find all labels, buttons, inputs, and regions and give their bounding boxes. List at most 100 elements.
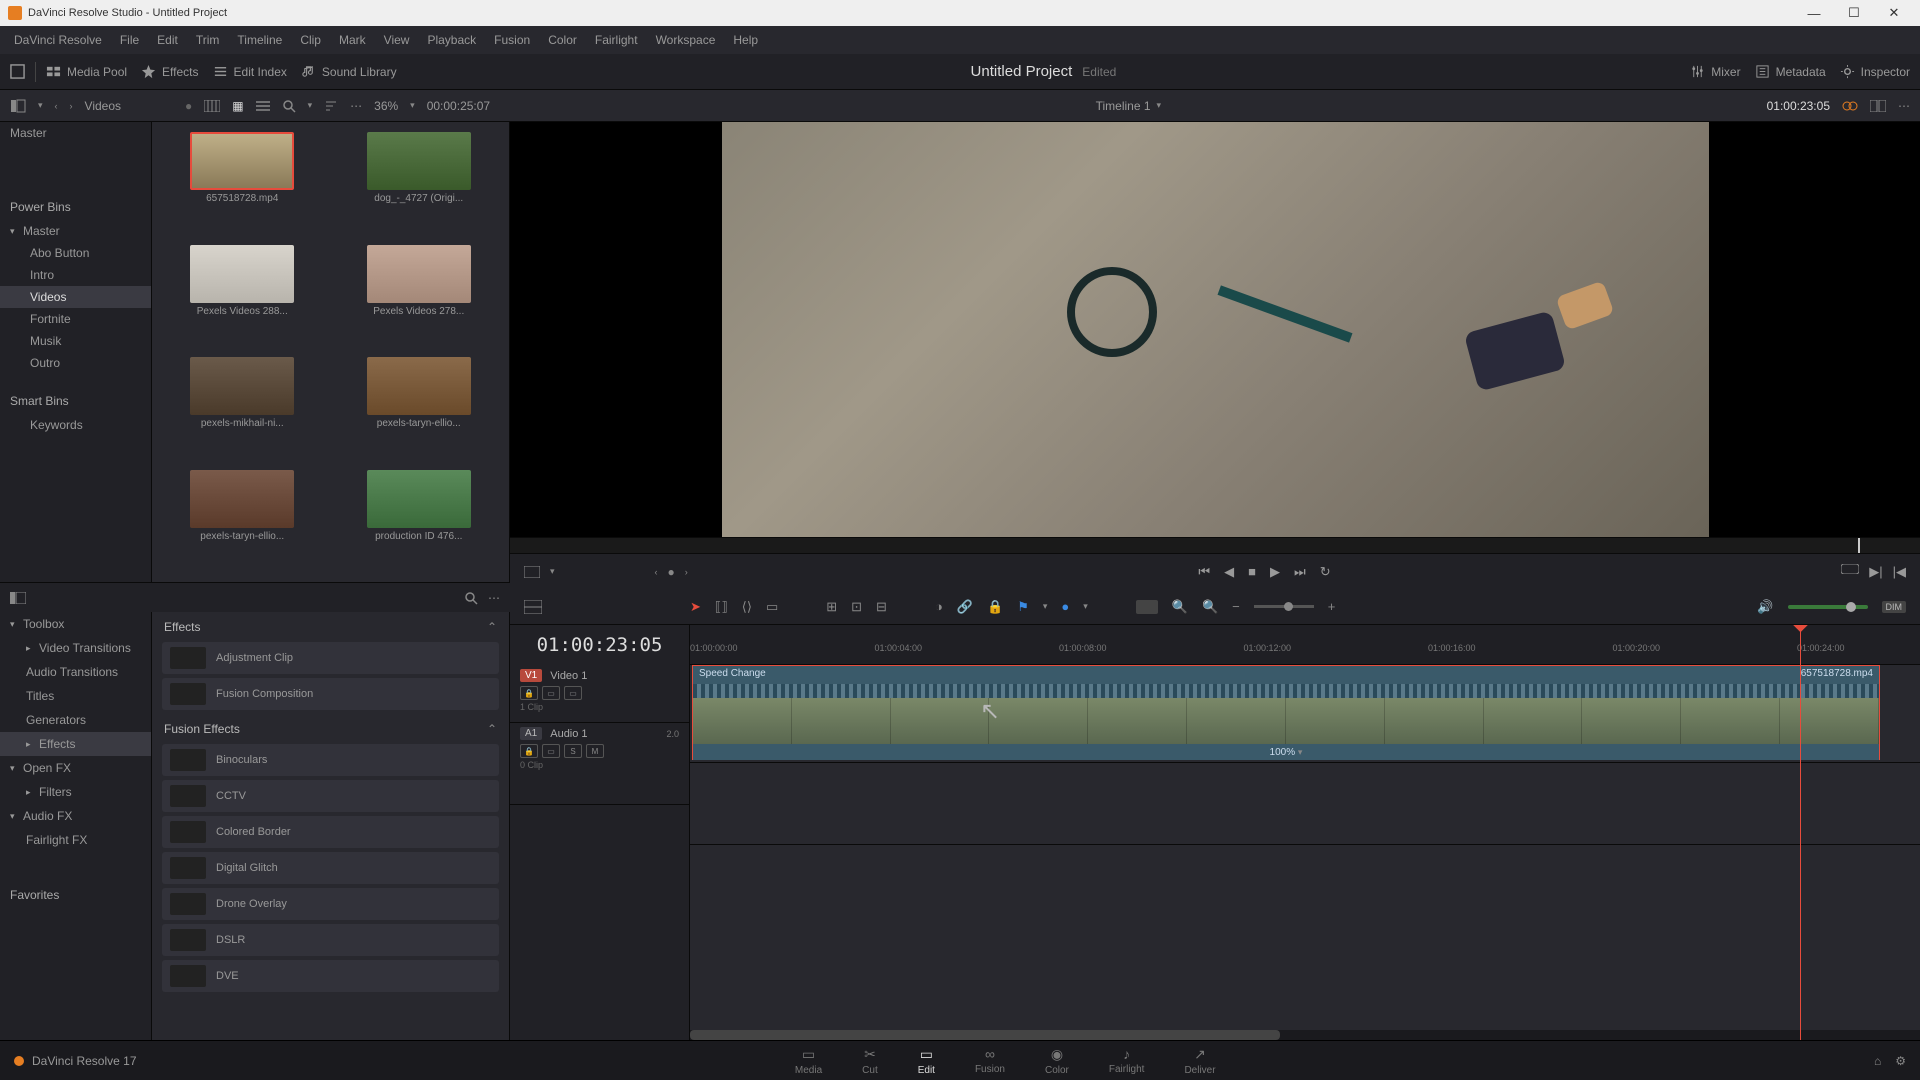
video-transitions[interactable]: ▸Video Transitions — [0, 636, 151, 660]
effect-item[interactable]: Fusion Composition — [162, 678, 499, 710]
page-tab-edit[interactable]: ▭Edit — [918, 1046, 935, 1076]
mixer-toggle[interactable]: Mixer — [1690, 64, 1740, 79]
v1-auto-select-button[interactable]: ▭ — [542, 686, 560, 700]
media-thumbnail[interactable] — [367, 357, 471, 415]
page-tab-fairlight[interactable]: ♪Fairlight — [1109, 1046, 1145, 1076]
play-button[interactable]: ▶ — [1270, 564, 1280, 580]
page-tab-color[interactable]: ◉Color — [1045, 1046, 1069, 1076]
retime-icon[interactable]: ◑ — [935, 599, 943, 614]
video-clip[interactable]: Speed Change 657518728.mp4 100% ▾ — [692, 665, 1880, 760]
viewer-scrub-bar[interactable] — [510, 537, 1920, 553]
blade-tool[interactable]: ▭ — [766, 599, 778, 615]
view-grid-icon[interactable]: ▦ — [232, 99, 243, 113]
menu-trim[interactable]: Trim — [188, 29, 228, 51]
panel-toggle-icon[interactable] — [10, 99, 26, 113]
audio-track-header[interactable]: A1 Audio 1 2.0 🔒 ▭ S M 0 Clip — [510, 723, 689, 805]
page-tab-cut[interactable]: ✂Cut — [862, 1046, 878, 1076]
playhead[interactable] — [1800, 625, 1801, 1040]
media-item[interactable]: pexels-mikhail-ni... — [162, 357, 323, 460]
dim-button[interactable]: DIM — [1882, 601, 1907, 613]
menu-fairlight[interactable]: Fairlight — [587, 29, 646, 51]
generators[interactable]: Generators — [0, 708, 151, 732]
media-item[interactable]: dog_-_4727 (Origi... — [339, 132, 500, 235]
effect-item[interactable]: Adjustment Clip — [162, 642, 499, 674]
effects-toggle[interactable]: Effects — [141, 64, 198, 79]
menu-view[interactable]: View — [376, 29, 418, 51]
next-edit-button[interactable]: ▶| — [1869, 564, 1882, 580]
dual-viewer-icon[interactable] — [1870, 100, 1886, 112]
video-track-header[interactable]: V1 Video 1 🔒 ▭ ▭ 1 Clip — [510, 665, 689, 723]
effects-category[interactable]: ▸Effects — [0, 732, 151, 756]
bin-outro[interactable]: Outro — [0, 352, 151, 374]
nav-fwd-icon[interactable]: › — [70, 101, 73, 111]
menu-help[interactable]: Help — [725, 29, 766, 51]
media-thumbnail[interactable] — [367, 132, 471, 190]
position-lock-icon[interactable] — [1136, 600, 1158, 614]
a1-solo-button[interactable]: S — [564, 744, 582, 758]
sort-icon[interactable] — [324, 100, 338, 112]
replace-clip-icon[interactable]: ⊟ — [876, 599, 887, 615]
volume-icon[interactable]: 🔊 — [1757, 599, 1773, 615]
media-item[interactable]: production ID 476... — [339, 470, 500, 573]
sound-library-toggle[interactable]: Sound Library — [301, 64, 397, 79]
viewer-options-icon[interactable]: ⋯ — [1898, 99, 1910, 113]
in-out-range-icon[interactable] — [1841, 564, 1859, 580]
effects-options-icon[interactable]: ⋯ — [488, 591, 500, 605]
media-thumbnail[interactable] — [190, 245, 294, 303]
media-thumbnail[interactable] — [190, 357, 294, 415]
v1-lock-button[interactable]: 🔒 — [520, 686, 538, 700]
marker-icon[interactable]: ● — [1061, 599, 1069, 614]
insert-clip-icon[interactable]: ⊞ — [826, 599, 837, 615]
bin-musik[interactable]: Musik — [0, 330, 151, 352]
audio-fx-category[interactable]: ▾Audio FX — [0, 804, 151, 828]
timeline-dropdown-icon[interactable]: ▾ — [1157, 100, 1162, 111]
zoom-in-button[interactable]: + — [1328, 599, 1336, 614]
timeline-view-options-icon[interactable] — [524, 600, 542, 614]
media-thumbnail[interactable] — [190, 470, 294, 528]
panel-layout-icon[interactable] — [10, 592, 26, 604]
bin-keywords[interactable]: Keywords — [0, 414, 151, 436]
effect-item[interactable]: Drone Overlay — [162, 888, 499, 920]
zoom-dropdown-icon[interactable]: ▾ — [410, 100, 415, 111]
jump-start-button[interactable]: ⏮ — [1198, 564, 1210, 580]
open-fx-category[interactable]: ▾Open FX — [0, 756, 151, 780]
stop-button[interactable]: ■ — [1248, 564, 1256, 579]
selection-tool[interactable]: ➤ — [690, 599, 701, 615]
page-tab-media[interactable]: ▭Media — [795, 1046, 822, 1076]
menu-color[interactable]: Color — [540, 29, 585, 51]
edit-index-toggle[interactable]: Edit Index — [213, 64, 287, 79]
metadata-toggle[interactable]: Metadata — [1755, 64, 1826, 79]
viewer-canvas[interactable] — [510, 122, 1920, 537]
lock-icon[interactable]: 🔒 — [987, 599, 1003, 615]
link-icon[interactable]: 🔗 — [957, 599, 973, 615]
clip-retime-strip[interactable] — [693, 684, 1879, 698]
effects-search-icon[interactable] — [464, 591, 478, 605]
jump-end-button[interactable]: ⏭ — [1294, 564, 1306, 580]
trim-tool[interactable]: ⟦⟧ — [715, 599, 728, 615]
maximize-button[interactable]: ☐ — [1836, 2, 1872, 24]
effect-item[interactable]: CCTV — [162, 780, 499, 812]
dynamic-trim-tool[interactable]: ⟨⟩ — [742, 599, 752, 615]
effect-item[interactable]: Colored Border — [162, 816, 499, 848]
zoom-out-button[interactable]: − — [1232, 599, 1240, 614]
options-icon[interactable]: ⋯ — [350, 99, 362, 113]
search-dropdown-icon[interactable]: ▾ — [308, 100, 313, 111]
close-button[interactable]: ✕ — [1876, 2, 1912, 24]
match-frame-icon[interactable] — [524, 566, 540, 578]
flag-icon[interactable]: ⚑ — [1017, 599, 1029, 615]
audio-track[interactable] — [690, 763, 1920, 845]
timeline-ruler[interactable]: 01:00:00:0001:00:04:0001:00:08:0001:00:1… — [690, 625, 1920, 665]
media-pool-toggle[interactable]: Media Pool — [46, 64, 127, 79]
nav-back-icon[interactable]: ‹ — [55, 101, 58, 111]
settings-icon[interactable]: ⚙ — [1895, 1054, 1906, 1068]
view-list-icon[interactable] — [256, 100, 270, 112]
zoom-fit-icon[interactable]: 🔍 — [1202, 599, 1218, 615]
volume-slider[interactable] — [1788, 605, 1868, 609]
timeline-scrollbar[interactable] — [690, 1030, 1280, 1040]
chevron-down-icon[interactable]: ▾ — [38, 100, 43, 111]
prev-edit-button[interactable]: |◀ — [1893, 564, 1906, 580]
bin-fortnite[interactable]: Fortnite — [0, 308, 151, 330]
bin-pb-master[interactable]: ▾Master — [0, 220, 151, 242]
bin-intro[interactable]: Intro — [0, 264, 151, 286]
menu-fusion[interactable]: Fusion — [486, 29, 538, 51]
